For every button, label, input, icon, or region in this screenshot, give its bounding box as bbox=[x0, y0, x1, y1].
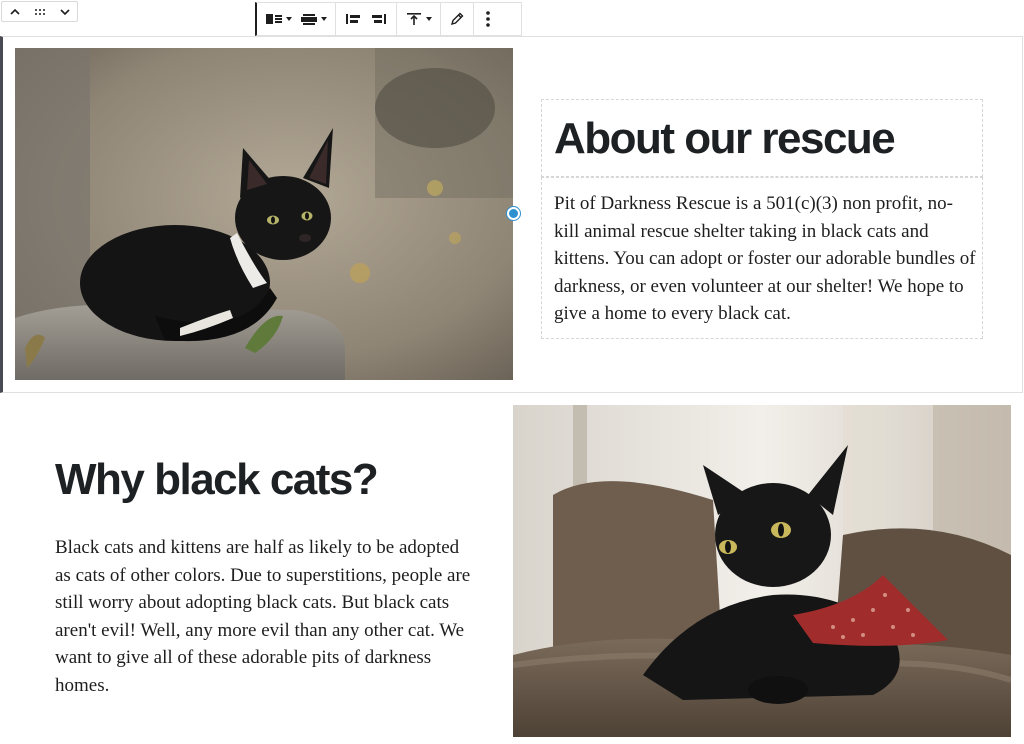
media-on-left-button[interactable] bbox=[261, 3, 296, 35]
more-options-button[interactable] bbox=[478, 3, 498, 35]
vertical-align-top-icon bbox=[405, 11, 423, 27]
chevron-down-icon[interactable] bbox=[58, 5, 72, 19]
cat-on-couch-image[interactable] bbox=[513, 405, 1011, 737]
vertical-align-button[interactable] bbox=[401, 3, 436, 35]
dropdown-arrow-icon bbox=[286, 17, 292, 21]
toolbar-group-vertical-align bbox=[397, 3, 441, 35]
paragraph-block-about[interactable]: Pit of Darkness Rescue is a 501(c)(3) no… bbox=[541, 177, 983, 339]
block-mover bbox=[1, 1, 78, 22]
block1-content: About our rescue Pit of Darkness Rescue … bbox=[541, 99, 983, 339]
more-options-icon bbox=[482, 10, 494, 28]
toolbar-group-media-position bbox=[336, 3, 397, 35]
toolbar-group-edit bbox=[441, 3, 474, 35]
drag-handle-icon[interactable] bbox=[33, 5, 47, 19]
block-toolbar bbox=[255, 2, 522, 36]
paragraph-about-rescue[interactable]: Pit of Darkness Rescue is a 501(c)(3) no… bbox=[554, 190, 978, 328]
show-media-right-icon bbox=[370, 11, 388, 27]
show-media-left-icon bbox=[344, 11, 362, 27]
paragraph-why-black-cats[interactable]: Black cats and kittens are half as likel… bbox=[55, 534, 475, 699]
dropdown-arrow-icon bbox=[321, 17, 327, 21]
heading-block-about[interactable]: About our rescue bbox=[541, 99, 983, 177]
align-center-icon bbox=[300, 11, 318, 27]
kitten-on-rock-image[interactable] bbox=[15, 48, 513, 380]
toolbar-group-more bbox=[474, 3, 502, 35]
show-media-right-button[interactable] bbox=[366, 3, 392, 35]
edit-pencil-icon bbox=[449, 11, 465, 27]
heading-about-our-rescue[interactable]: About our rescue bbox=[554, 114, 896, 164]
block2-content: Why black cats? Black cats and kittens a… bbox=[55, 452, 485, 699]
dropdown-arrow-icon bbox=[426, 17, 432, 21]
toolbar-group-alignment bbox=[257, 3, 336, 35]
media-on-left-icon bbox=[265, 11, 283, 27]
resize-handle[interactable] bbox=[507, 207, 520, 220]
show-media-left-button[interactable] bbox=[340, 3, 366, 35]
align-center-button[interactable] bbox=[296, 3, 331, 35]
edit-button[interactable] bbox=[445, 3, 469, 35]
chevron-up-icon[interactable] bbox=[8, 5, 22, 19]
heading-why-black-cats[interactable]: Why black cats? bbox=[55, 452, 485, 508]
